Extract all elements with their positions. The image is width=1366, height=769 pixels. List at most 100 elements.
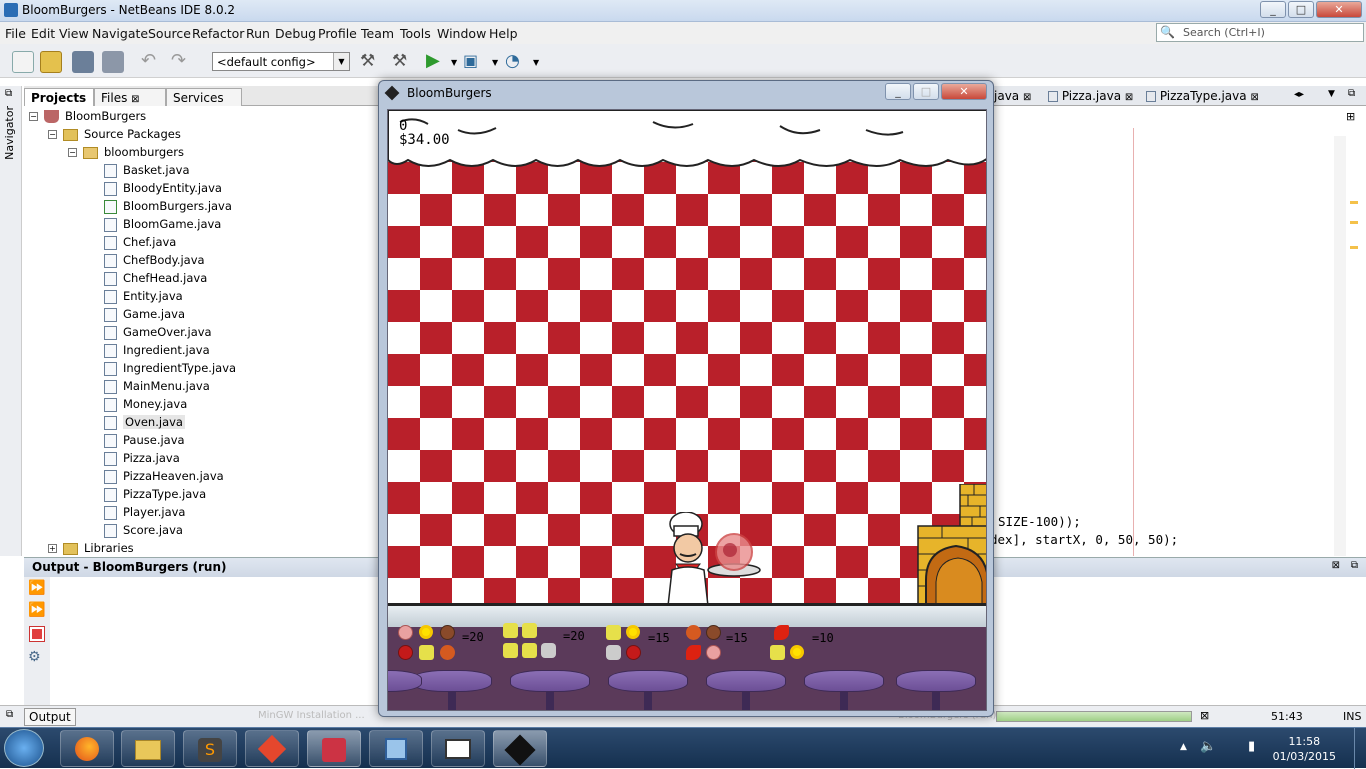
clean-build-icon[interactable]: ⚒ (392, 51, 414, 73)
menu-view[interactable]: View (59, 26, 89, 41)
tree-node-libraries[interactable]: + Libraries (48, 539, 134, 557)
menu-navigate[interactable]: Navigate (92, 26, 148, 41)
show-desktop-button[interactable] (1354, 728, 1366, 769)
close-icon[interactable]: ⊠ (1332, 560, 1340, 571)
expand-icon[interactable]: + (48, 544, 57, 553)
menu-refactor[interactable]: Refactor (192, 26, 244, 41)
tree-node-project[interactable]: − BloomBurgers (29, 107, 146, 125)
tree-file[interactable]: PizzaHeaven.java (104, 467, 224, 485)
tree-file[interactable]: PizzaType.java (104, 485, 206, 503)
restore-icon[interactable]: ⧉ (5, 88, 12, 99)
game-close-button[interactable]: ✕ (941, 83, 987, 100)
tab-files[interactable]: Files ⊠ (94, 88, 166, 106)
tree-node-source-packages[interactable]: − Source Packages (48, 125, 181, 143)
tree-file[interactable]: Score.java (104, 521, 183, 539)
tree-file[interactable]: GameOver.java (104, 323, 212, 341)
tree-file[interactable]: Pizza.java (104, 449, 180, 467)
run-icon[interactable]: ▶ (426, 51, 448, 73)
close-icon[interactable]: ⊠ (1250, 92, 1258, 103)
menu-file[interactable]: File (5, 26, 26, 41)
code-editor[interactable]: ⊞ SIZE-100)); dex], startX, 0, 50, 50); (990, 106, 1366, 556)
restore-icon[interactable]: ⧉ (6, 709, 13, 720)
tab-services[interactable]: Services (166, 88, 242, 106)
menu-debug[interactable]: Debug (275, 26, 316, 41)
close-icon[interactable]: ⊠ (131, 94, 139, 105)
game-canvas[interactable]: 0 $34.00 =20 =20 =15 =15 =10 (387, 109, 987, 711)
game-minimize-button[interactable]: _ (885, 83, 911, 100)
config-select[interactable]: <default config> ▼ (212, 52, 350, 71)
vertical-scrollbar[interactable] (1334, 136, 1346, 556)
rerun-params-icon[interactable]: ⏩ (28, 602, 45, 618)
chevron-down-icon[interactable]: ▼ (1328, 89, 1335, 99)
output-tab[interactable]: Output (24, 708, 76, 726)
restore-icon[interactable]: ⧉ (1351, 560, 1358, 571)
game-window[interactable]: BloomBurgers _ □ ✕ 0 $34.00 =20 =20 =15 … (378, 80, 994, 717)
tree-file[interactable]: IngredientType.java (104, 359, 236, 377)
volume-icon[interactable]: 🔈 (1200, 739, 1216, 754)
rerun-icon[interactable]: ⏩ (28, 580, 45, 596)
tree-file[interactable]: ChefBody.java (104, 251, 205, 269)
editor-tab-pizza[interactable]: Pizza.java ⊠ (1044, 88, 1137, 104)
menu-team[interactable]: Team (361, 26, 394, 41)
profile-icon[interactable]: ◔ (505, 51, 527, 73)
start-button[interactable] (4, 729, 44, 767)
tree-file-selected[interactable]: Oven.java (104, 413, 185, 431)
search-box[interactable]: 🔍 Search (Ctrl+I) (1156, 23, 1364, 42)
tree-file[interactable]: ChefHead.java (104, 269, 207, 287)
tree-file[interactable]: BloodyEntity.java (104, 179, 222, 197)
maximize-button[interactable]: □ (1288, 1, 1314, 18)
tree-file[interactable]: Pause.java (104, 431, 185, 449)
tree-file[interactable]: MainMenu.java (104, 377, 210, 395)
redo-icon[interactable]: ↷ (171, 51, 193, 73)
close-icon[interactable]: ⊠ (1125, 92, 1133, 103)
new-file-icon[interactable] (12, 51, 34, 73)
game-maximize-button[interactable]: □ (913, 83, 939, 100)
firefox-taskbar-icon[interactable] (60, 730, 114, 767)
debug-icon[interactable]: ▣ (463, 51, 485, 73)
minimize-button[interactable]: _ (1260, 1, 1286, 18)
tree-node-package[interactable]: − bloomburgers (68, 143, 184, 161)
editor-tab[interactable]: java ⊠ (990, 88, 1035, 104)
undo-icon[interactable]: ↶ (141, 51, 163, 73)
collapse-icon[interactable]: − (68, 148, 77, 157)
tree-file[interactable]: Basket.java (104, 161, 190, 179)
run-dropdown-icon[interactable]: ▼ (451, 58, 457, 67)
menu-help[interactable]: Help (489, 26, 518, 41)
window-taskbar-icon[interactable] (431, 730, 485, 767)
tree-file[interactable]: BloomGame.java (104, 215, 221, 233)
system-clock[interactable]: 11:58 01/03/2015 (1273, 734, 1336, 764)
settings-icon[interactable]: ⚙ (28, 649, 41, 665)
menu-source[interactable]: Source (148, 26, 191, 41)
navigator-tab[interactable]: Navigator (3, 106, 16, 160)
tree-file[interactable]: Ingredient.java (104, 341, 210, 359)
open-project-icon[interactable] (72, 51, 94, 73)
collapse-icon[interactable]: − (48, 130, 57, 139)
netbeans-taskbar-icon[interactable] (307, 730, 361, 767)
stop-icon[interactable] (29, 626, 45, 642)
menu-edit[interactable]: Edit (31, 26, 55, 41)
tree-file[interactable]: Money.java (104, 395, 187, 413)
build-icon[interactable]: ⚒ (360, 51, 382, 73)
save-all-icon[interactable] (102, 51, 124, 73)
scroll-left-icon[interactable]: ◂▸ (1294, 89, 1304, 100)
restore-icon[interactable]: ⧉ (1348, 88, 1355, 99)
menu-window[interactable]: Window (437, 26, 486, 41)
menu-tools[interactable]: Tools (400, 26, 431, 41)
editor-tab-pizzatype[interactable]: PizzaType.java ⊠ (1142, 88, 1263, 104)
tree-file[interactable]: Player.java (104, 503, 185, 521)
split-icon[interactable]: ⊞ (1346, 110, 1355, 123)
menu-run[interactable]: Run (246, 26, 270, 41)
debug-dropdown-icon[interactable]: ▼ (492, 58, 498, 67)
java-app-taskbar-icon[interactable] (493, 730, 547, 767)
tree-file[interactable]: Game.java (104, 305, 185, 323)
close-button[interactable]: ✕ (1316, 1, 1362, 18)
cancel-task-icon[interactable]: ⊠ (1200, 709, 1209, 722)
tree-file[interactable]: Chef.java (104, 233, 176, 251)
new-project-icon[interactable] (40, 51, 62, 73)
profile-dropdown-icon[interactable]: ▼ (533, 58, 539, 67)
tab-projects[interactable]: Projects ⊠ (24, 88, 94, 119)
explorer-taskbar-icon[interactable] (121, 730, 175, 767)
show-hidden-icons[interactable]: ▲ (1180, 742, 1187, 752)
collapse-icon[interactable]: − (29, 112, 38, 121)
close-icon[interactable]: ⊠ (1023, 92, 1031, 103)
